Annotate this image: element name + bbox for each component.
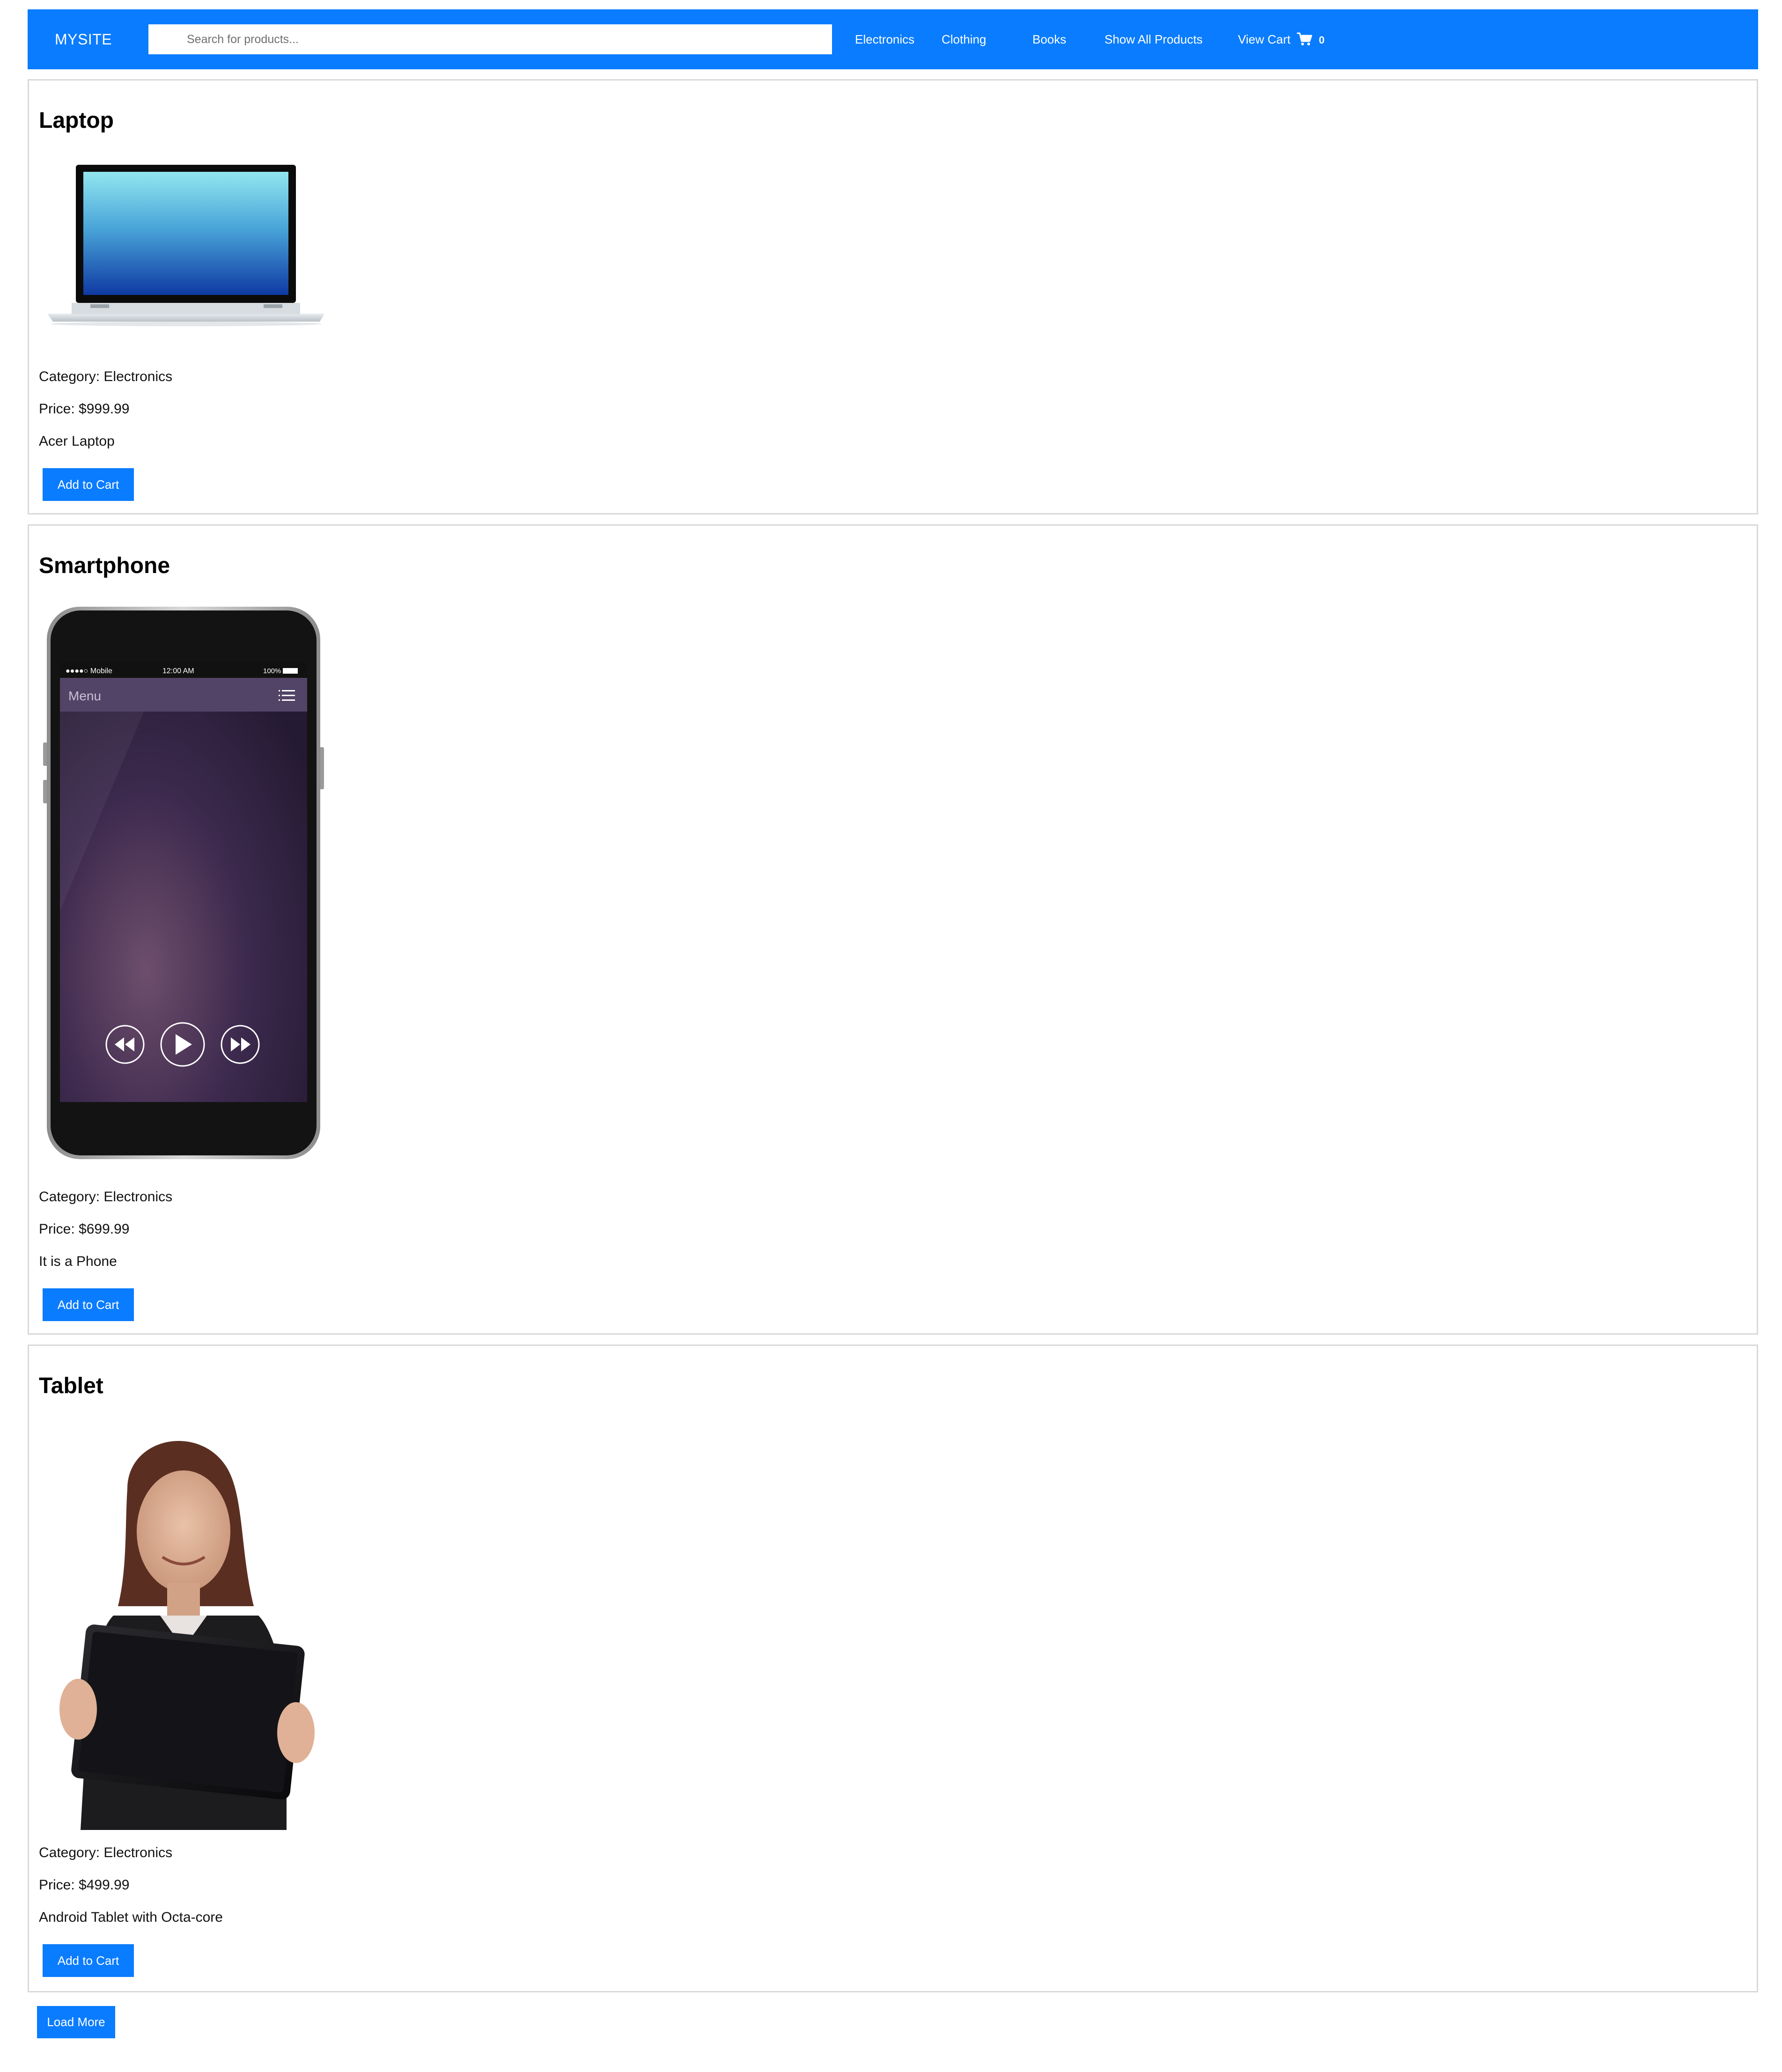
product-description: Acer Laptop <box>39 434 115 449</box>
product-category: Category: Electronics <box>39 1845 173 1860</box>
site-logo[interactable]: MYSITE <box>55 9 112 69</box>
search-input[interactable]: Search for products... <box>148 24 832 54</box>
add-to-cart-button[interactable]: Add to Cart <box>43 1288 134 1321</box>
product-category: Category: Electronics <box>39 369 173 384</box>
nav-link-clothing[interactable]: Clothing <box>942 9 986 69</box>
nav-link-show-all-products[interactable]: Show All Products <box>1105 9 1203 69</box>
product-category: Category: Electronics <box>39 1189 173 1205</box>
phone-menu-label: Menu <box>68 689 101 703</box>
phone-status-time: 12:00 AM <box>162 667 194 675</box>
top-navbar: MYSITE Search for products... Electronic… <box>28 9 1758 69</box>
laptop-image[interactable] <box>44 165 324 329</box>
product-card-laptop: Laptop Category: Electronics Price: $999… <box>28 79 1758 514</box>
tablet-image[interactable] <box>43 1428 324 1830</box>
product-description: It is a Phone <box>39 1254 117 1269</box>
phone-status-battery: 100% <box>263 667 281 675</box>
add-to-cart-button[interactable]: Add to Cart <box>43 468 134 501</box>
add-to-cart-button[interactable]: Add to Cart <box>43 1944 134 1977</box>
product-title: Laptop <box>39 108 114 133</box>
phone-status-carrier: ●●●●○ Mobile <box>66 667 112 675</box>
shopping-cart-icon <box>1297 32 1312 46</box>
view-cart-link[interactable]: View Cart 0 <box>1238 9 1325 69</box>
product-card-smartphone: Smartphone ●●●●○ Mobile 12:00 AM 100% Me… <box>28 524 1758 1335</box>
nav-link-electronics[interactable]: Electronics <box>855 9 914 69</box>
product-card-tablet: Tablet Category: Electronics Price: $499… <box>28 1345 1758 1992</box>
product-description: Android Tablet with Octa-core <box>39 1910 223 1925</box>
load-more-button[interactable]: Load More <box>37 2006 115 2038</box>
nav-link-books[interactable]: Books <box>1032 9 1066 69</box>
product-title: Smartphone <box>39 553 170 578</box>
product-price: Price: $699.99 <box>39 1221 130 1237</box>
cart-count-badge: 0 <box>1318 34 1325 46</box>
search-placeholder: Search for products... <box>187 33 299 46</box>
view-cart-label: View Cart <box>1238 32 1291 46</box>
smartphone-image[interactable]: ●●●●○ Mobile 12:00 AM 100% Menu <box>43 607 324 1159</box>
product-price: Price: $499.99 <box>39 1877 130 1893</box>
product-price: Price: $999.99 <box>39 401 130 417</box>
product-title: Tablet <box>39 1374 103 1398</box>
